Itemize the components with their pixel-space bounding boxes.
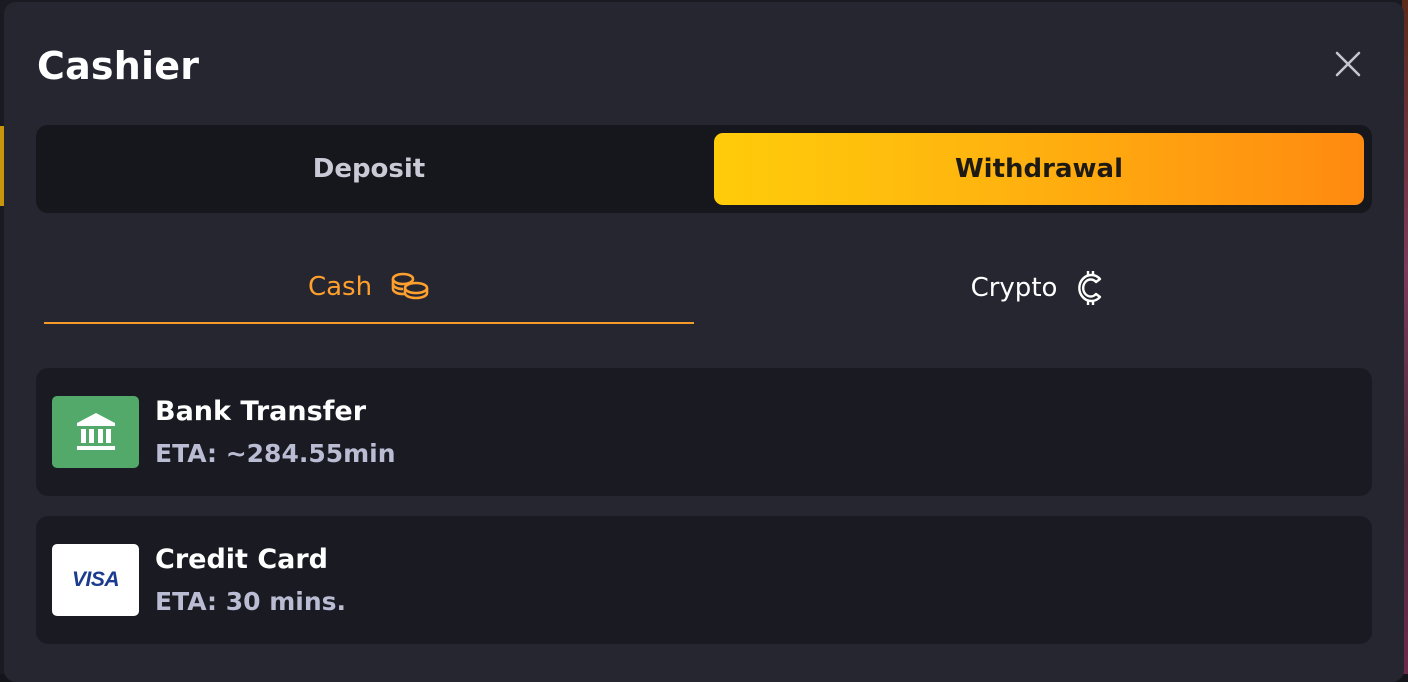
coins-icon bbox=[391, 272, 429, 300]
payment-method-credit-card[interactable]: VISA Credit Card ETA: 30 mins. bbox=[36, 516, 1372, 644]
tab-cash[interactable]: Cash bbox=[44, 252, 694, 324]
visa-logo: VISA bbox=[52, 544, 139, 616]
method-eta: ETA: ~284.55min bbox=[155, 439, 396, 468]
tab-crypto-label: Crypto bbox=[970, 273, 1058, 303]
tab-withdrawal[interactable]: Withdrawal bbox=[714, 133, 1364, 205]
tab-deposit[interactable]: Deposit bbox=[44, 133, 694, 205]
crypto-coin-icon bbox=[1078, 271, 1102, 305]
tab-crypto[interactable]: Crypto bbox=[714, 252, 1364, 324]
bank-logo bbox=[52, 396, 139, 468]
close-button[interactable] bbox=[1330, 46, 1366, 82]
close-icon bbox=[1335, 51, 1361, 77]
method-name: Credit Card bbox=[155, 544, 329, 575]
payment-method-bank-transfer[interactable]: Bank Transfer ETA: ~284.55min bbox=[36, 368, 1372, 496]
method-name: Bank Transfer bbox=[155, 396, 367, 427]
cashier-modal: Cashier Deposit Withdrawal Cash Crypto B… bbox=[4, 2, 1404, 682]
payment-category-tabs: Cash Crypto bbox=[44, 252, 1364, 324]
method-eta: ETA: 30 mins. bbox=[155, 587, 346, 616]
bank-icon bbox=[76, 413, 115, 450]
modal-title: Cashier bbox=[37, 44, 200, 88]
tab-cash-label: Cash bbox=[307, 272, 373, 302]
visa-logo-text: VISA bbox=[71, 568, 120, 591]
transaction-type-tabs: Deposit Withdrawal bbox=[36, 125, 1372, 213]
